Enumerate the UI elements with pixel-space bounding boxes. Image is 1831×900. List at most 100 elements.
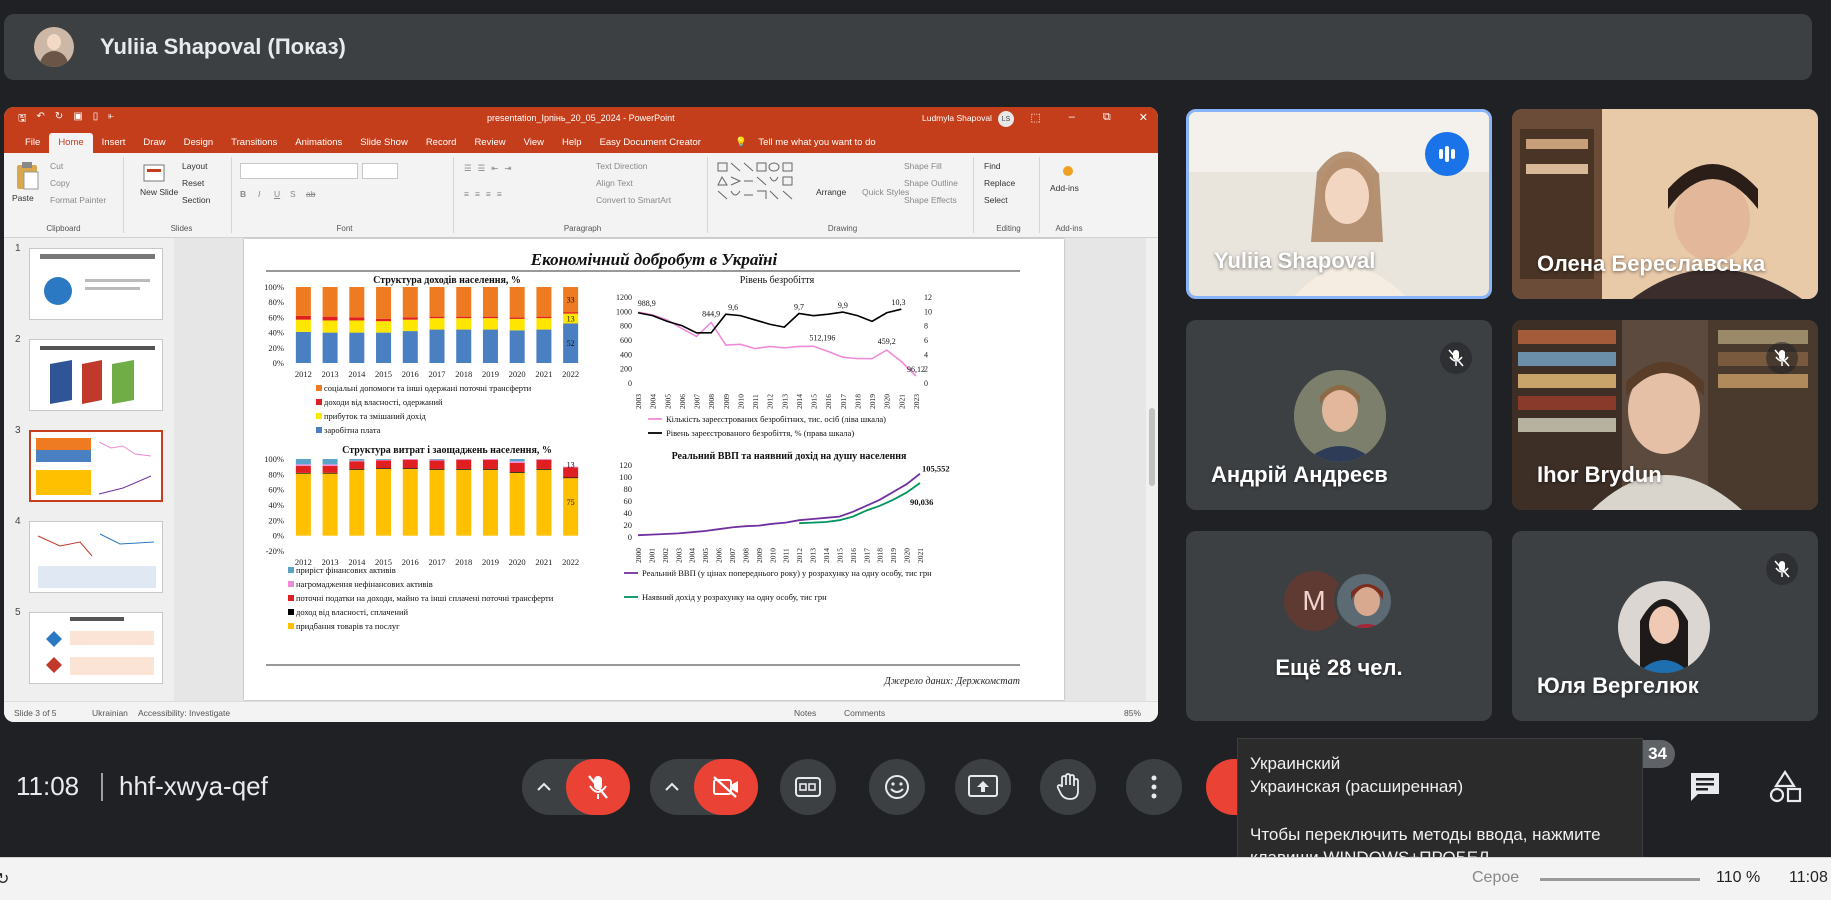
ribbon-display-icon[interactable]: ⬚ — [1030, 111, 1040, 124]
reactions-button[interactable] — [869, 759, 925, 815]
addins-button[interactable]: Add-ins — [1050, 183, 1079, 193]
slide-thumb-2[interactable] — [29, 339, 163, 411]
x-tick-label: 2007 — [728, 548, 737, 563]
cut-button[interactable]: Cut — [50, 161, 63, 171]
layout-button[interactable]: Layout — [182, 161, 208, 171]
language-status[interactable]: Ukrainian — [92, 708, 128, 718]
ribbon-group-clipboard: Paste Cut Copy Format Painter Clipboard — [4, 157, 124, 233]
shadow-icon[interactable]: S — [290, 189, 296, 199]
menu-view[interactable]: View — [515, 133, 553, 153]
menu-record[interactable]: Record — [417, 133, 466, 153]
activities-icon — [1769, 769, 1802, 803]
menu-transitions[interactable]: Transitions — [222, 133, 286, 153]
replace-button[interactable]: Replace — [984, 178, 1015, 188]
save-icon[interactable]: 🖫 — [18, 111, 27, 128]
slide-thumb-1[interactable] — [29, 248, 163, 320]
shapes-gallery-icon[interactable] — [716, 161, 806, 205]
participant-tile-2[interactable]: Олена Береславська — [1512, 109, 1818, 299]
menu-help[interactable]: Help — [553, 133, 591, 153]
participant-tile-4[interactable]: Ihor Brydun — [1512, 320, 1818, 510]
shape-outline-button[interactable]: Shape Outline — [904, 178, 958, 188]
menu-file[interactable]: File — [16, 133, 49, 153]
zoom-percent[interactable]: 110 % — [1716, 869, 1760, 887]
bar-segment — [509, 461, 525, 463]
redo-icon[interactable]: ↻ — [55, 111, 63, 128]
font-name-input[interactable] — [240, 163, 358, 179]
new-doc-icon[interactable]: ▯ — [93, 111, 99, 128]
align-text-button[interactable]: Align Text — [596, 178, 633, 188]
strikethrough-icon[interactable]: ab — [306, 189, 315, 199]
shape-effects-button[interactable]: Shape Effects — [904, 195, 957, 205]
find-button[interactable]: Find — [984, 161, 1001, 171]
vertical-scrollbar[interactable] — [1146, 238, 1158, 701]
legend-swatch — [288, 595, 294, 601]
bar-segment — [456, 318, 472, 330]
section-button[interactable]: Section — [182, 195, 210, 205]
zoom-slider[interactable] — [1540, 878, 1700, 881]
slide-thumb-4[interactable] — [29, 521, 163, 593]
menu-draw[interactable]: Draw — [134, 133, 174, 153]
paste-button[interactable]: Paste — [12, 193, 34, 203]
select-button[interactable]: Select — [984, 195, 1008, 205]
menu-design[interactable]: Design — [175, 133, 223, 153]
paste-icon[interactable] — [14, 161, 40, 191]
accessibility-status[interactable]: Accessibility: Investigate — [138, 708, 230, 718]
from-beginning-icon[interactable]: ▣ — [73, 111, 82, 128]
menu-easy-document-creator[interactable]: Easy Document Creator — [591, 133, 710, 153]
undo-icon[interactable]: ↶ — [37, 111, 45, 128]
arrange-button[interactable]: Arrange — [816, 187, 846, 197]
activities-button[interactable] — [1768, 769, 1802, 809]
captions-button[interactable] — [780, 759, 836, 815]
shape-fill-button[interactable]: Shape Fill — [904, 161, 942, 171]
more-options-button[interactable] — [1126, 759, 1182, 815]
new-slide-icon[interactable] — [142, 161, 166, 185]
slide-thumb-3[interactable] — [29, 430, 163, 502]
comments-button[interactable]: Comments — [844, 708, 885, 718]
maximize-icon[interactable]: ⧉ — [1103, 111, 1111, 124]
close-icon[interactable]: ✕ — [1139, 111, 1148, 124]
align-icons[interactable]: ≡≡≡≡ — [464, 189, 508, 199]
list-icons[interactable]: ☰☰⇤⇥ — [464, 163, 517, 174]
menu-slide-show[interactable]: Slide Show — [351, 133, 417, 153]
bold-icon[interactable]: B — [240, 189, 246, 199]
notes-button[interactable]: Notes — [794, 708, 816, 718]
present-button[interactable] — [955, 759, 1011, 815]
copy-button[interactable]: Copy — [50, 178, 70, 188]
refresh-icon[interactable]: ↻ — [0, 869, 9, 889]
new-slide-button[interactable]: New Slide — [140, 187, 178, 197]
y-tick-label: 80% — [268, 297, 284, 307]
underline-icon[interactable]: U — [274, 189, 280, 199]
y-right-tick-label: 10 — [924, 307, 932, 316]
camera-options-chevron-icon[interactable] — [650, 759, 694, 815]
format-painter-button[interactable]: Format Painter — [50, 195, 106, 205]
ribbon-group-editing: Find Replace Select Editing — [978, 157, 1040, 233]
menu-animations[interactable]: Animations — [286, 133, 351, 153]
italic-icon[interactable]: I — [258, 189, 260, 199]
pp-user-avatar[interactable]: LS — [998, 111, 1014, 127]
menu-review[interactable]: Review — [465, 133, 514, 153]
slide-thumb-5[interactable] — [29, 612, 163, 684]
participant-tile-3[interactable]: Андрій Андреєв — [1186, 320, 1492, 510]
menu-insert[interactable]: Insert — [93, 133, 135, 153]
minimize-icon[interactable]: – — [1069, 111, 1075, 124]
camera-off-button[interactable] — [694, 759, 758, 815]
tell-me-search[interactable]: 💡 Tell me what you want to do — [726, 133, 894, 153]
participant-tile-1[interactable]: Yuliia Shapoval — [1186, 109, 1492, 299]
customize-icon[interactable]: ⫦ — [108, 111, 114, 128]
reset-button[interactable]: Reset — [182, 178, 204, 188]
convert-smartart-button[interactable]: Convert to SmartArt — [596, 195, 671, 205]
zoom-level[interactable]: 85% — [1124, 708, 1141, 718]
text-direction-button[interactable]: Text Direction — [596, 161, 648, 171]
mic-options-chevron-icon[interactable] — [522, 759, 566, 815]
raise-hand-button[interactable] — [1040, 759, 1096, 815]
quick-styles-button[interactable]: Quick Styles — [862, 187, 909, 197]
font-size-input[interactable] — [362, 163, 398, 179]
chat-button[interactable] — [1688, 770, 1722, 809]
menu-home[interactable]: Home — [49, 133, 93, 153]
mic-off-button[interactable] — [566, 759, 630, 815]
participant-tile-6[interactable]: Юля Вергелюк — [1512, 531, 1818, 721]
slide-canvas[interactable]: Економічний добробут в Україні Джерело д… — [244, 239, 1064, 700]
addins-icon[interactable] — [1060, 163, 1076, 179]
scroll-thumb[interactable] — [1149, 408, 1155, 486]
others-tile[interactable]: M Ещё 28 чел. — [1186, 531, 1492, 721]
